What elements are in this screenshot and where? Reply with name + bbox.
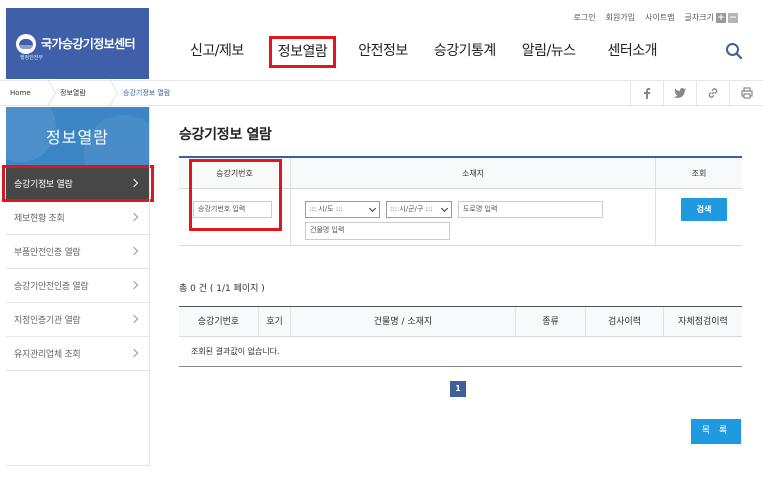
col-elevator-number: 승강기번호 xyxy=(179,307,259,337)
facebook-icon xyxy=(644,88,651,99)
search-icon[interactable] xyxy=(725,42,743,60)
chevron-right-icon xyxy=(129,246,139,256)
breadcrumb-level1[interactable]: 정보열람 xyxy=(60,81,86,105)
sidebar-highlight-box xyxy=(2,165,154,202)
breadcrumb-level2[interactable]: 승강기정보 열람 xyxy=(123,81,170,105)
nav-about[interactable]: 센터소개 xyxy=(607,36,657,68)
col-self-check-history: 자체점검이력 xyxy=(678,317,728,327)
table-row: 조회된 결과값이 없습니다. xyxy=(179,337,742,367)
font-minus-button[interactable]: − xyxy=(728,12,738,23)
sidebar-item-label: 제보현황 조회 xyxy=(14,214,65,224)
page-title: 승강기정보 열람 xyxy=(179,127,272,143)
logo-text: 국가승강기정보센터 xyxy=(41,37,136,51)
result-total: 총 0 건 ( 1/1 페이지 ) xyxy=(179,284,265,294)
nav-report[interactable]: 신고/제보 xyxy=(190,36,244,68)
sidebar-item-label: 승강기안전인증 열람 xyxy=(14,282,89,292)
login-link[interactable]: 로그인 xyxy=(574,12,596,23)
header-search: 조회 xyxy=(691,168,707,178)
breadcrumb: Home 정보열람 승강기정보 열람 xyxy=(0,78,763,108)
government-emblem-icon xyxy=(16,33,36,54)
page-1-button[interactable]: 1 xyxy=(450,381,466,397)
breadcrumb-home[interactable]: Home xyxy=(10,81,31,105)
sido-select[interactable]: ::: 시/도 ::: xyxy=(305,201,380,218)
col-building-location: 건물명 / 소재지 xyxy=(291,307,516,337)
header-location: 소재지 xyxy=(291,158,656,188)
search-button[interactable]: 검색 xyxy=(681,198,727,221)
col-unit-number: 호기 xyxy=(259,307,291,337)
breadcrumb-separator-icon xyxy=(102,78,118,108)
breadcrumb-separator-icon xyxy=(40,78,56,108)
sidebar-item-elevator-cert[interactable]: 승강기안전인증 열람 xyxy=(6,269,149,303)
join-link[interactable]: 회원가입 xyxy=(606,12,635,23)
road-name-input[interactable]: 도로명 입력 xyxy=(458,201,603,218)
result-table: 승강기번호 호기 건물명 / 소재지 종류 검사이력 자체점검이력 조회된 결과… xyxy=(179,306,742,367)
result-table-header: 승강기번호 호기 건물명 / 소재지 종류 검사이력 자체점검이력 xyxy=(179,307,742,337)
print-button[interactable] xyxy=(729,81,763,105)
nav-info-view[interactable]: 정보열람 xyxy=(268,36,337,68)
sitemap-link[interactable]: 사이트맵 xyxy=(645,12,674,23)
site-logo[interactable]: 국가승강기정보센터 행정안전부 xyxy=(6,8,149,79)
utility-links: 로그인 회원가입 사이트맵 글자크기 + − xyxy=(574,12,738,23)
col-inspection-history: 검사이력 xyxy=(586,307,664,337)
twitter-icon xyxy=(674,88,686,98)
sigungu-select[interactable]: ::: 시/군/구 ::: xyxy=(386,201,452,218)
sidebar-item-label: 지정인증기관 열람 xyxy=(14,316,81,326)
sidebar-title-text: 정보열람 xyxy=(46,128,109,147)
chevron-right-icon xyxy=(129,280,139,290)
list-button[interactable]: 목 록 xyxy=(691,419,741,444)
chevron-right-icon xyxy=(129,212,139,222)
font-size-label: 글자크기 xyxy=(684,13,714,22)
print-icon xyxy=(740,87,753,99)
sidebar-item-maintenance[interactable]: 유지관리업체 조회 xyxy=(6,337,149,371)
nav-safety-info[interactable]: 안전정보 xyxy=(358,36,408,68)
chevron-right-icon xyxy=(129,314,139,324)
font-plus-button[interactable]: + xyxy=(716,12,726,23)
empty-result-message: 조회된 결과값이 없습니다. xyxy=(191,347,280,356)
sidebar-title: 정보열람 xyxy=(6,107,149,165)
nav-news[interactable]: 알림/뉴스 xyxy=(522,36,576,68)
twitter-share-button[interactable] xyxy=(663,81,696,105)
sidebar-divider xyxy=(149,107,150,467)
font-size-control: 글자크기 + − xyxy=(685,12,738,23)
sidebar-item-report-status[interactable]: 제보현황 조회 xyxy=(6,201,149,235)
col-type: 종류 xyxy=(516,307,586,337)
logo-subtext: 행정안전부 xyxy=(20,55,44,61)
sidebar-item-cert-agency[interactable]: 지정인증기관 열람 xyxy=(6,303,149,337)
elevator-number-highlight-box xyxy=(189,159,282,231)
sidebar-bottom-line xyxy=(6,465,149,466)
sidebar-item-label: 유지관리업체 조회 xyxy=(14,350,81,360)
sidebar-item-parts-cert[interactable]: 부품안전인증 열람 xyxy=(6,235,149,269)
main-navigation: 신고/제보 정보열람 안전정보 승강기통계 알림/뉴스 센터소개 xyxy=(190,36,657,68)
copy-link-button[interactable] xyxy=(696,81,729,105)
chevron-right-icon xyxy=(129,348,139,358)
sidebar-item-label: 부품안전인증 열람 xyxy=(14,248,81,258)
facebook-share-button[interactable] xyxy=(630,81,663,105)
link-icon xyxy=(708,88,718,98)
nav-statistics[interactable]: 승강기통계 xyxy=(434,36,496,68)
building-name-input[interactable]: 건물명 입력 xyxy=(305,222,450,240)
